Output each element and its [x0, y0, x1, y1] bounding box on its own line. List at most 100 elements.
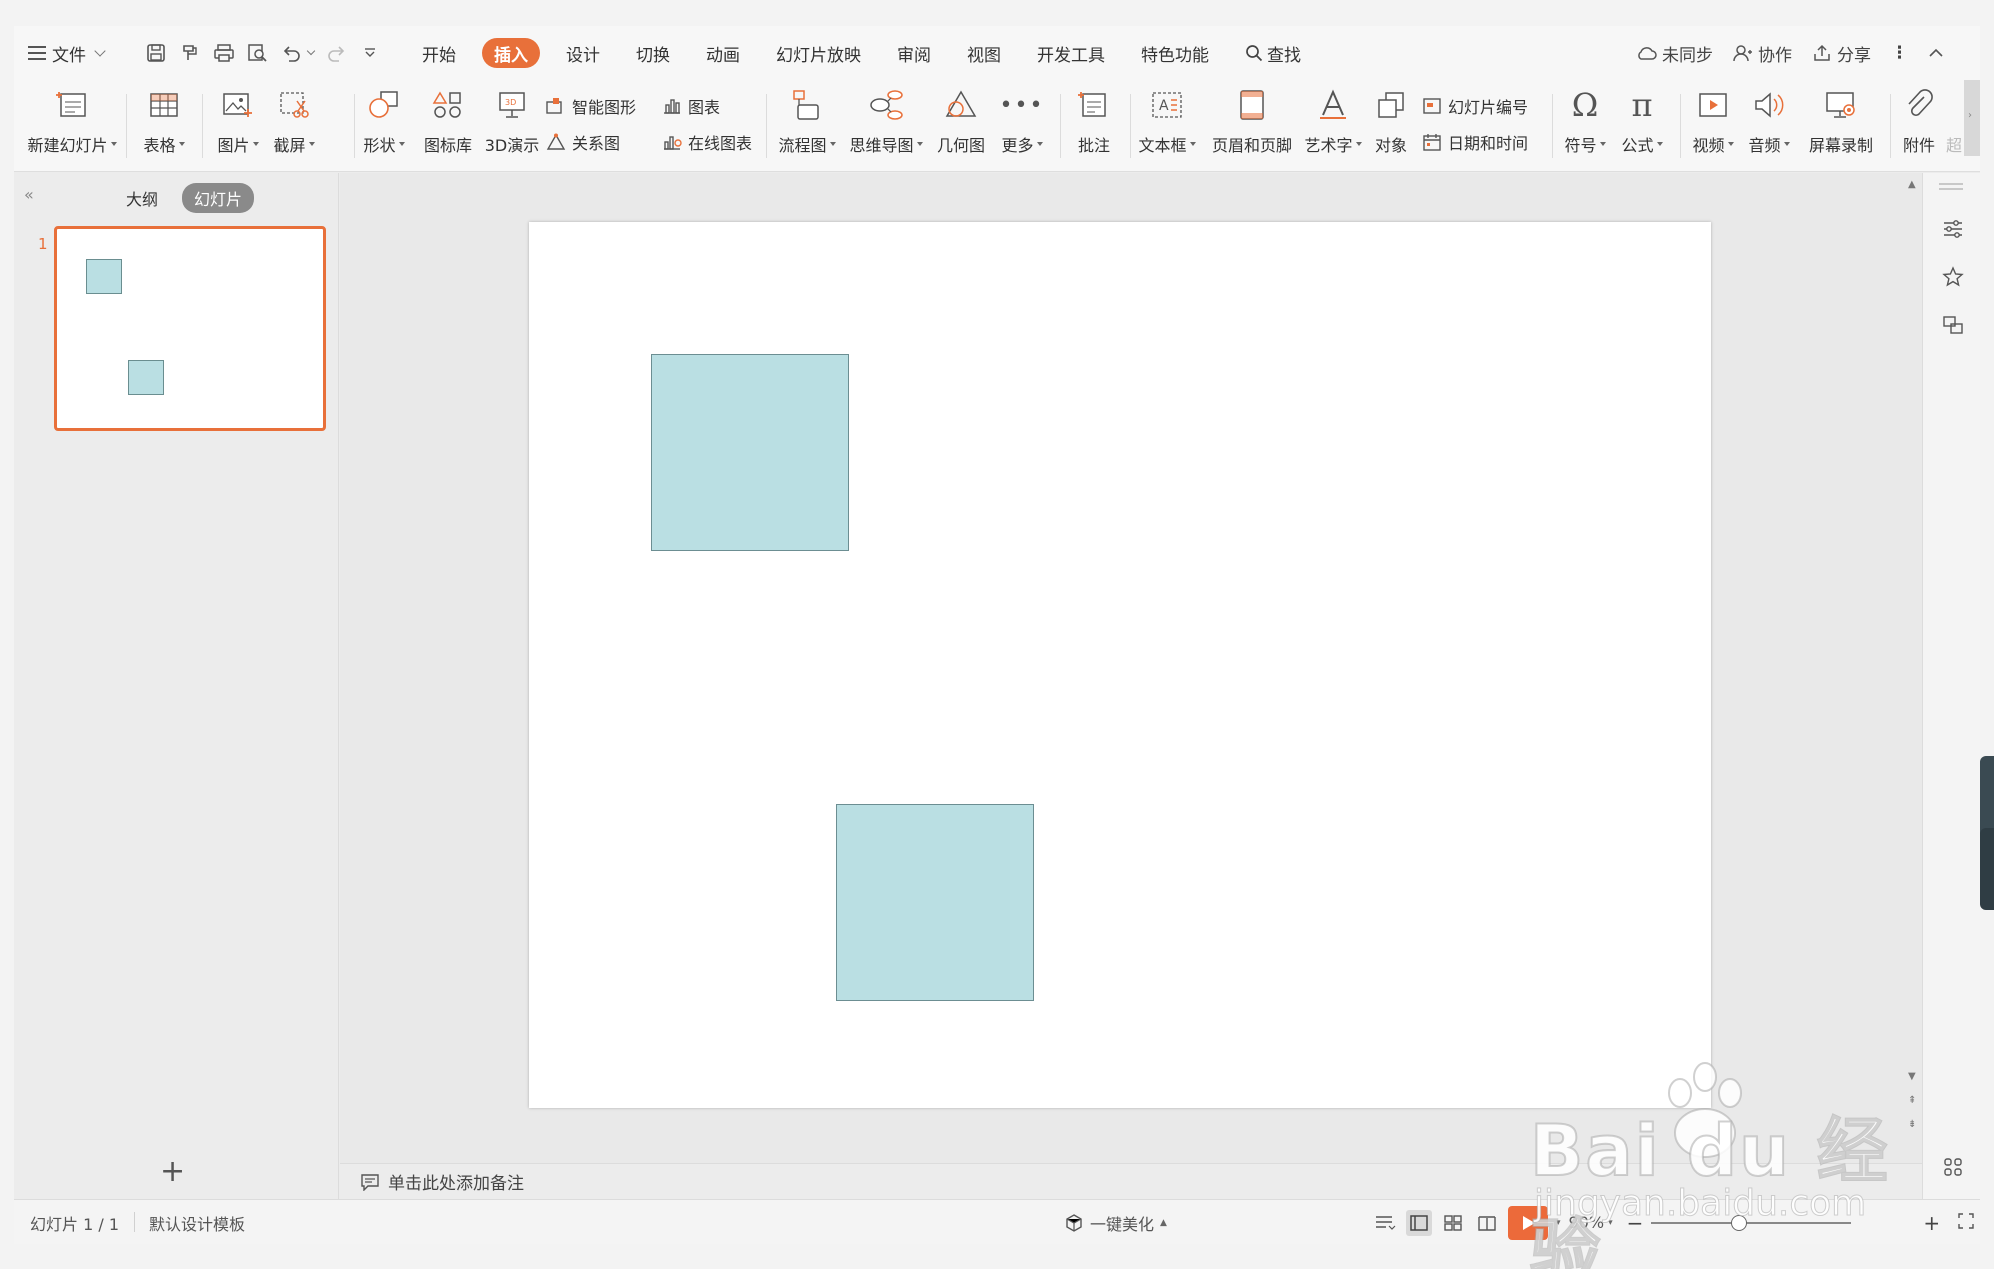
smart-art-button[interactable]: 智能图形: [546, 92, 636, 120]
chart-button[interactable]: 图表: [662, 92, 720, 120]
tab-developer[interactable]: 开发工具: [1019, 38, 1123, 68]
zoom-slider-knob[interactable]: [1731, 1214, 1748, 1231]
slide[interactable]: [529, 222, 1711, 1108]
tab-transition[interactable]: 切换: [618, 38, 688, 68]
audio-button[interactable]: 音频: [1742, 80, 1796, 172]
print-icon[interactable]: [212, 41, 236, 65]
star-icon[interactable]: [1941, 265, 1965, 289]
geometry-button[interactable]: 几何图: [930, 80, 992, 172]
square-shape[interactable]: [836, 804, 1034, 1001]
date-time-button[interactable]: 日期和时间: [1422, 128, 1528, 156]
sync-status[interactable]: 未同步: [1635, 41, 1713, 66]
tab-review[interactable]: 审阅: [879, 38, 949, 68]
new-slide-label: 新建幻灯片: [27, 136, 108, 155]
zoom-dropdown-icon[interactable]: ▾: [1608, 1218, 1613, 1228]
fit-window-icon[interactable]: [1958, 1212, 1974, 1233]
undo-icon[interactable]: [280, 41, 304, 65]
edge-widget[interactable]: [1980, 828, 1994, 910]
hamburger-icon: [28, 46, 46, 60]
tab-animation[interactable]: 动画: [688, 38, 758, 68]
properties-icon[interactable]: [1941, 217, 1965, 241]
table-button[interactable]: 表格: [134, 80, 194, 172]
more-icon: •••: [999, 92, 1045, 118]
cube-icon: [1066, 1213, 1082, 1232]
format-painter-icon[interactable]: [178, 41, 202, 65]
save-icon[interactable]: [144, 41, 168, 65]
zoom-out-icon[interactable]: −: [1627, 1211, 1644, 1235]
tab-slides[interactable]: 幻灯片: [182, 183, 255, 213]
mindmap-icon: [868, 80, 904, 130]
search-button[interactable]: 查找: [1227, 38, 1319, 68]
slide-number-button[interactable]: 幻灯片编号: [1422, 92, 1528, 120]
tab-home[interactable]: 开始: [404, 38, 474, 68]
mindmap-button[interactable]: 思维导图: [844, 80, 928, 172]
transform-icon[interactable]: [1941, 313, 1965, 337]
formula-label: 公式: [1621, 136, 1654, 155]
new-slide-button[interactable]: 新建幻灯片: [24, 80, 120, 172]
smart-art-label: 智能图形: [572, 98, 637, 117]
tab-slideshow[interactable]: 幻灯片放映: [758, 38, 879, 68]
collapse-ribbon-icon[interactable]: [1928, 48, 1944, 58]
picture-button[interactable]: 图片: [210, 80, 266, 172]
flowchart-button[interactable]: 流程图: [772, 80, 842, 172]
tab-special[interactable]: 特色功能: [1123, 38, 1227, 68]
caret-up-icon: ▲: [1160, 1217, 1167, 1228]
divider: [134, 1212, 135, 1232]
scroll-up-icon[interactable]: ▲: [1908, 179, 1916, 190]
icon-library-button[interactable]: 图标库: [416, 80, 480, 172]
zoom-slider[interactable]: [1651, 1214, 1852, 1231]
play-slideshow-button[interactable]: [1508, 1205, 1548, 1240]
zoom-in-icon[interactable]: +: [1923, 1211, 1940, 1235]
next-slide-icon[interactable]: ⇟: [1908, 1119, 1916, 1130]
reading-view-icon[interactable]: [1474, 1210, 1500, 1236]
demo-3d-label: 3D演示: [484, 136, 540, 155]
formula-button[interactable]: π 公式: [1614, 80, 1670, 172]
comment-button[interactable]: 批注: [1066, 80, 1122, 172]
square-shape[interactable]: [651, 354, 849, 551]
symbol-button[interactable]: Ω 符号: [1558, 80, 1612, 172]
prev-slide-icon[interactable]: ⇞: [1908, 1095, 1916, 1106]
collab-button[interactable]: 协作: [1733, 41, 1792, 66]
template-name[interactable]: 默认设计模板: [149, 1200, 245, 1245]
ribbon-scroll-right[interactable]: ›: [1964, 80, 1980, 156]
add-slide-button[interactable]: +: [160, 1157, 185, 1187]
grid-apps-icon[interactable]: [1941, 1155, 1965, 1179]
redo-icon[interactable]: [324, 41, 348, 65]
relation-button[interactable]: 关系图: [546, 128, 620, 156]
tab-view[interactable]: 视图: [949, 38, 1019, 68]
collapse-panel-icon[interactable]: «: [24, 185, 34, 204]
tab-insert[interactable]: 插入: [482, 38, 540, 68]
scroll-down-icon[interactable]: ▼: [1908, 1071, 1916, 1082]
customize-toolbar-icon[interactable]: [358, 41, 382, 65]
normal-view-icon[interactable]: [1406, 1209, 1432, 1236]
print-preview-icon[interactable]: [246, 41, 270, 65]
demo-3d-button[interactable]: 3D 3D演示: [480, 80, 544, 172]
wordart-button[interactable]: 艺术字: [1302, 80, 1364, 172]
beautify-button[interactable]: 一键美化 ▲: [1064, 1200, 1167, 1245]
textbox-button[interactable]: A 文本框: [1132, 80, 1202, 172]
object-button[interactable]: 对象: [1366, 80, 1416, 172]
slide-sorter-icon[interactable]: [1440, 1210, 1466, 1236]
share-button[interactable]: 分享: [1812, 41, 1871, 66]
pi-icon: π: [1631, 86, 1653, 124]
shapes-button[interactable]: 形状: [354, 80, 414, 172]
online-chart-button[interactable]: 在线图表: [662, 128, 752, 156]
file-menu[interactable]: 文件: [28, 26, 106, 80]
tab-design[interactable]: 设计: [548, 38, 618, 68]
screenshot-button[interactable]: 截屏: [266, 80, 322, 172]
attachment-button[interactable]: 附件: [1894, 80, 1944, 172]
more-button[interactable]: ••• 更多: [994, 80, 1050, 172]
undo-dropdown-icon[interactable]: [306, 46, 316, 55]
vertical-scrollbar[interactable]: ▲ ▼ ⇞ ⇟: [1902, 173, 1922, 1163]
video-button[interactable]: 视频: [1686, 80, 1740, 172]
hyperlink-button-partial[interactable]: 超: [1944, 80, 1964, 172]
header-footer-button[interactable]: 页眉和页脚: [1204, 80, 1300, 172]
more-options-icon[interactable]: ⋮: [1891, 43, 1908, 63]
play-dropdown-icon[interactable]: ▾: [1556, 1218, 1561, 1228]
slide-thumbnail[interactable]: [54, 226, 326, 431]
tab-outline[interactable]: 大纲: [114, 183, 170, 213]
notes-view-icon[interactable]: [1372, 1210, 1398, 1236]
screen-record-button[interactable]: 屏幕录制: [1798, 80, 1884, 172]
zoom-level[interactable]: 90%: [1569, 1213, 1605, 1232]
notes-area[interactable]: 单击此处添加备注: [340, 1163, 1922, 1199]
